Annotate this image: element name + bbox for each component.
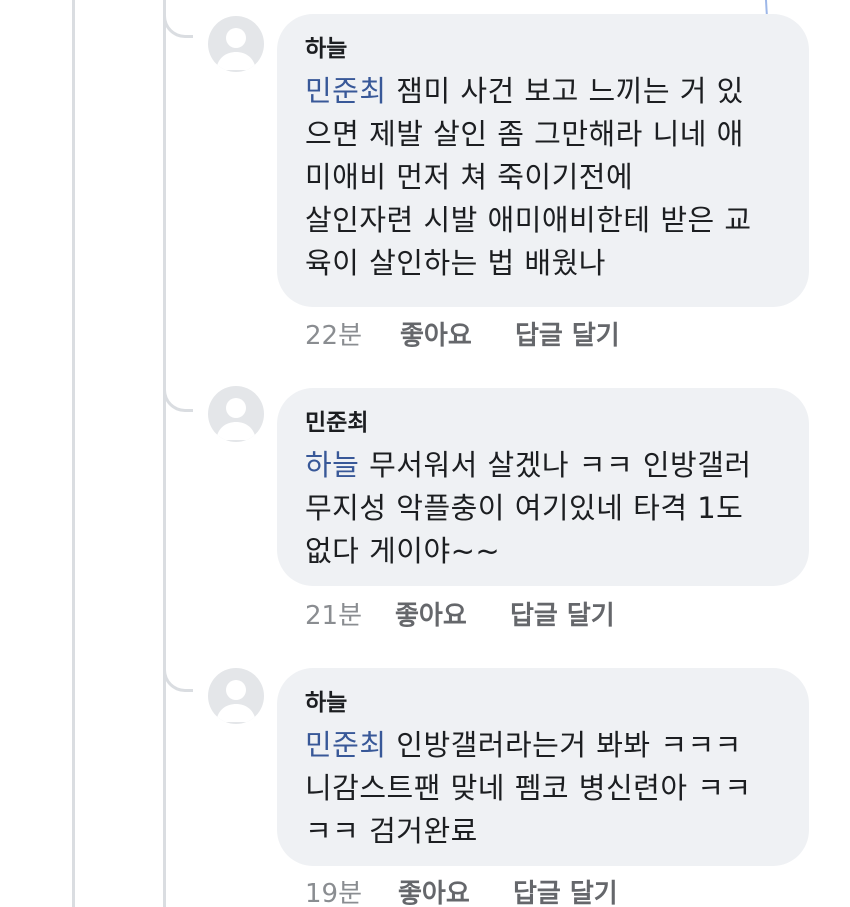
default-profile-icon xyxy=(216,398,256,440)
avatar[interactable] xyxy=(208,668,264,724)
comment-author[interactable]: 하늘 xyxy=(305,34,783,64)
comment-text: 민준최 잼미 사건 보고 느끼는 거 있 으면 제발 살인 좀 그만해라 니네 … xyxy=(305,70,783,285)
comment-line: 민준최 인방갤러라는거 봐봐 ㅋㅋㅋ xyxy=(305,724,783,767)
default-profile-icon xyxy=(216,28,256,70)
comment-author[interactable]: 하늘 xyxy=(305,688,783,718)
thread-line-inner xyxy=(163,0,166,907)
comment-timestamp[interactable]: 19분 xyxy=(305,874,362,907)
comment-line: 으면 제발 살인 좀 그만해라 니네 애 xyxy=(305,117,744,151)
comment-text: 하늘 무서워서 살겠나 ㅋㅋ 인방갤러 무지성 악플충이 여기있네 타격 1도 … xyxy=(305,444,783,573)
comment-line: 육이 살인하는 법 배웠나 xyxy=(305,246,606,280)
avatar[interactable] xyxy=(208,16,264,72)
comment-line: 무지성 악플충이 여기있네 타격 1도 xyxy=(305,491,744,525)
comment-line: 하늘 무서워서 살겠나 ㅋㅋ 인방갤러 xyxy=(305,444,783,487)
thread-line-outer xyxy=(72,0,75,907)
mention-link[interactable]: 민준최 xyxy=(305,74,387,108)
default-profile-icon xyxy=(216,680,256,722)
reply-button[interactable]: 답글 달기 xyxy=(515,316,620,356)
reply-connector xyxy=(163,388,193,412)
like-button[interactable]: 좋아요 xyxy=(400,316,472,356)
reply-button[interactable]: 답글 달기 xyxy=(510,596,615,636)
comment-line-text: 무서워서 살겠나 ㅋㅋ 인방갤러 xyxy=(359,448,752,482)
comment-line: 없다 게이야~~ xyxy=(305,534,501,568)
like-button[interactable]: 좋아요 xyxy=(395,596,467,636)
comment-bubble: 하늘 민준최 잼미 사건 보고 느끼는 거 있 으면 제발 살인 좀 그만해라 … xyxy=(277,14,809,307)
reply-connector xyxy=(163,668,193,692)
comment-timestamp[interactable]: 22분 xyxy=(305,316,362,356)
comment-line: 살인자련 시발 애미애비한테 받은 교 xyxy=(305,203,752,237)
comment-line: ㅋㅋ 검거완료 xyxy=(305,814,478,848)
comment-line: 미애비 먼저 쳐 죽이기전에 xyxy=(305,160,634,194)
mention-link[interactable]: 하늘 xyxy=(305,448,359,482)
comment-thread: 하늘 민준최 잼미 사건 보고 느끼는 거 있 으면 제발 살인 좀 그만해라 … xyxy=(0,0,850,907)
like-button[interactable]: 좋아요 xyxy=(398,874,470,907)
comment-bubble: 하늘 민준최 인방갤러라는거 봐봐 ㅋㅋㅋ 니감스트팬 맞네 펨코 병신련아 ㅋ… xyxy=(277,668,809,866)
comment-timestamp[interactable]: 21분 xyxy=(305,596,362,636)
comment-line-text: 잼미 사건 보고 느끼는 거 있 xyxy=(386,74,744,108)
comment-text: 민준최 인방갤러라는거 봐봐 ㅋㅋㅋ 니감스트팬 맞네 펨코 병신련아 ㅋㅋ ㅋ… xyxy=(305,724,783,853)
comment-author[interactable]: 민준최 xyxy=(305,408,783,438)
mention-link[interactable]: 민준최 xyxy=(305,728,387,762)
comment-line-text: 인방갤러라는거 봐봐 ㅋㅋㅋ xyxy=(386,728,742,762)
comment-line: 니감스트팬 맞네 펨코 병신련아 ㅋㅋ xyxy=(305,771,752,805)
comment-line: 민준최 잼미 사건 보고 느끼는 거 있 xyxy=(305,70,783,113)
comment-bubble: 민준최 하늘 무서워서 살겠나 ㅋㅋ 인방갤러 무지성 악플충이 여기있네 타격… xyxy=(277,388,809,586)
avatar[interactable] xyxy=(208,386,264,442)
reply-button[interactable]: 답글 달기 xyxy=(513,874,618,907)
reply-connector xyxy=(163,14,193,38)
